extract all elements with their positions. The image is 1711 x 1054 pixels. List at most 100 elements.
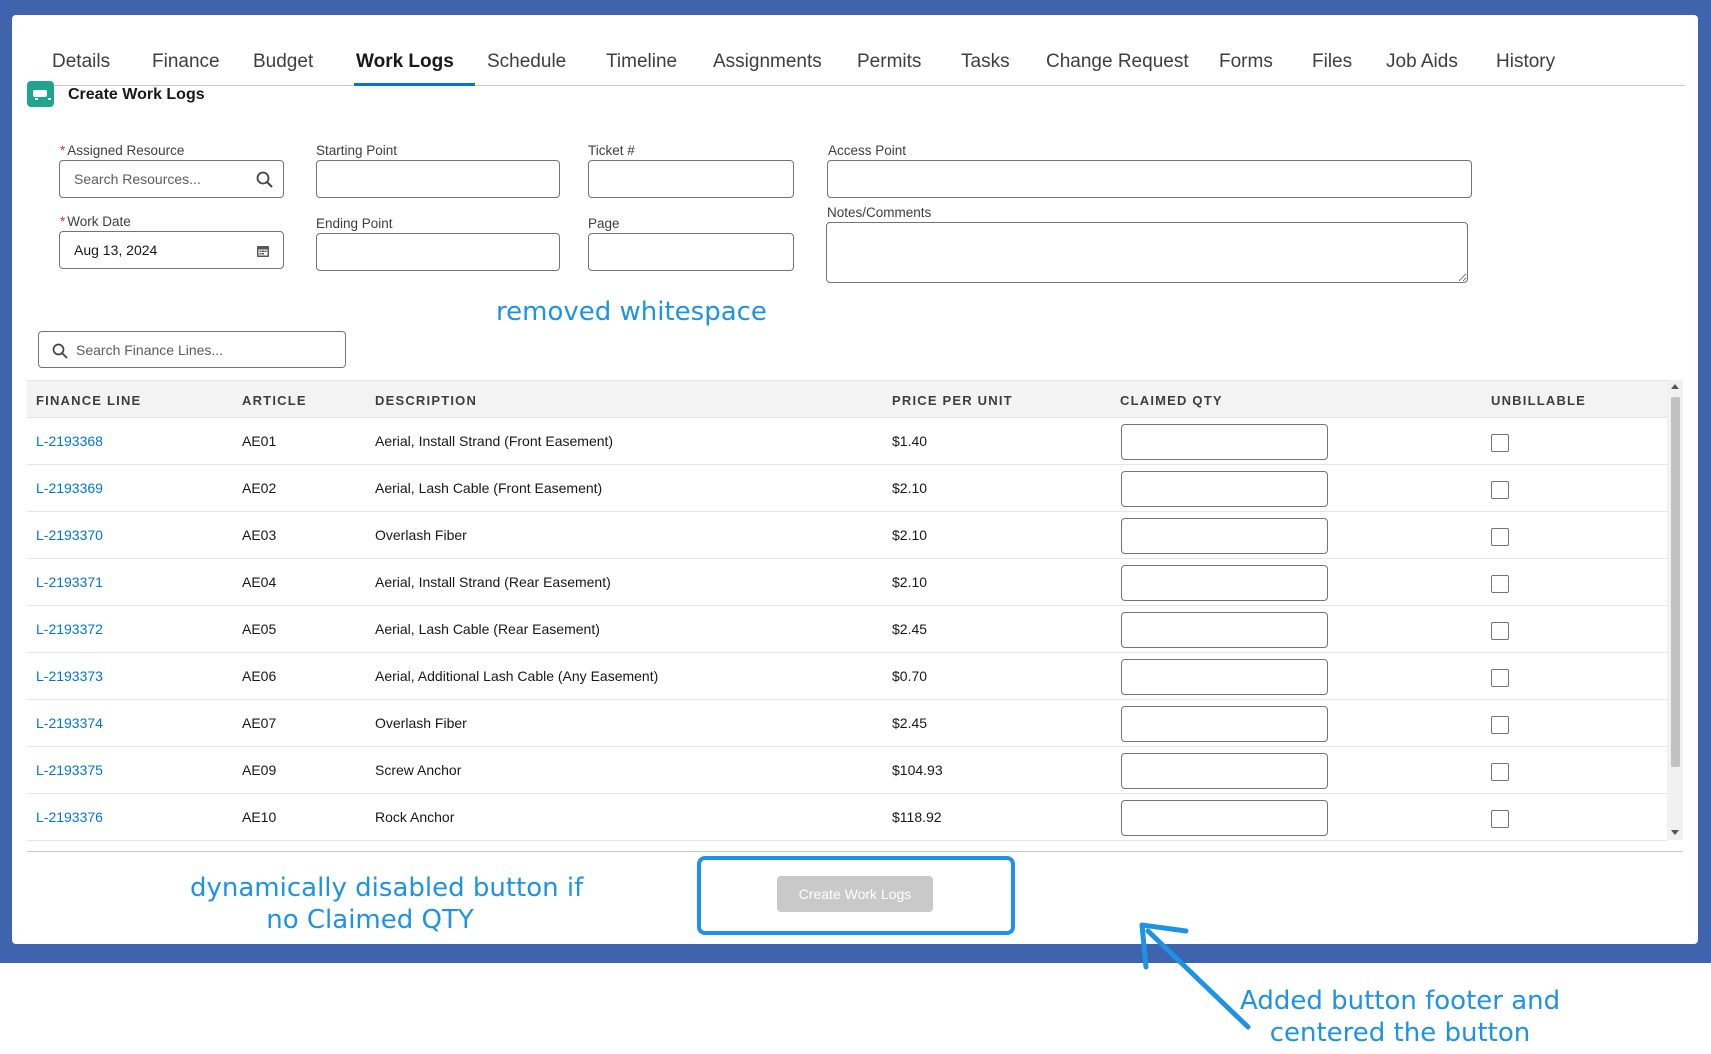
unbillable-checkbox[interactable] (1491, 528, 1509, 546)
claimed-qty-input[interactable] (1121, 424, 1328, 460)
tab-work-logs[interactable]: Work Logs (356, 51, 454, 73)
description-cell: Aerial, Additional Lash Cable (Any Easem… (375, 668, 659, 684)
description-cell: Aerial, Install Strand (Front Easement) (375, 433, 614, 449)
description-cell: Overlash Fiber (375, 715, 467, 731)
search-icon (256, 171, 273, 188)
scroll-down-arrow-icon[interactable] (1671, 830, 1679, 835)
price-cell: $2.10 (892, 527, 928, 543)
annotation-removed-whitespace: removed whitespace (496, 297, 767, 327)
price-cell: $1.40 (892, 433, 928, 449)
claimed-qty-input[interactable] (1121, 565, 1328, 601)
description-cell: Aerial, Install Strand (Rear Easement) (375, 574, 611, 590)
finance-lines-table: FINANCE LINE ARTICLE DESCRIPTION PRICE P… (27, 380, 1683, 850)
price-cell: $104.93 (892, 762, 943, 778)
table-row: L-2193368 AE01 Aerial, Install Strand (F… (27, 418, 1667, 465)
access-point-input[interactable] (827, 160, 1472, 198)
tab-bar: Details Finance Budget Work Logs Schedul… (27, 37, 1685, 86)
column-header[interactable]: PRICE PER UNIT (892, 393, 1013, 408)
tab-assignments[interactable]: Assignments (713, 51, 822, 73)
claimed-qty-input[interactable] (1121, 706, 1328, 742)
scroll-up-arrow-icon[interactable] (1671, 384, 1679, 389)
column-header[interactable]: UNBILLABLE (1491, 393, 1586, 408)
unbillable-checkbox[interactable] (1491, 716, 1509, 734)
claimed-qty-input[interactable] (1121, 659, 1328, 695)
finance-line-link[interactable]: L-2193375 (36, 762, 103, 778)
table-row: L-2193376 AE10 Rock Anchor $118.92 (27, 794, 1667, 841)
tab-finance[interactable]: Finance (152, 51, 220, 73)
finance-line-link[interactable]: L-2193376 (36, 809, 103, 825)
description-cell: Screw Anchor (375, 762, 462, 778)
ending-point-label: Ending Point (316, 216, 393, 231)
unbillable-checkbox[interactable] (1491, 434, 1509, 452)
access-point-label: Access Point (828, 143, 907, 158)
tab-forms[interactable]: Forms (1219, 51, 1273, 73)
article-cell: AE04 (242, 574, 277, 590)
scrollbar-thumb[interactable] (1671, 397, 1680, 767)
ticket-input[interactable] (588, 160, 794, 198)
column-header[interactable]: FINANCE LINE (36, 393, 141, 408)
unbillable-checkbox[interactable] (1491, 810, 1509, 828)
unbillable-checkbox[interactable] (1491, 575, 1509, 593)
finance-line-link[interactable]: L-2193374 (36, 715, 103, 731)
finance-line-link[interactable]: L-2193373 (36, 668, 103, 684)
table-scrollbar[interactable] (1667, 380, 1683, 840)
unbillable-checkbox[interactable] (1491, 481, 1509, 499)
tab-files[interactable]: Files (1312, 51, 1352, 73)
article-cell: AE01 (242, 433, 277, 449)
truck-icon (27, 81, 54, 107)
description-cell: Aerial, Lash Cable (Front Easement) (375, 480, 603, 496)
description-cell: Rock Anchor (375, 809, 455, 825)
tab-job-aids[interactable]: Job Aids (1386, 51, 1458, 73)
search-finance-lines-input[interactable]: Search Finance Lines... (38, 331, 346, 368)
create-work-logs-button[interactable]: Create Work Logs (777, 876, 933, 912)
column-header[interactable]: CLAIMED QTY (1120, 393, 1223, 408)
notes-textarea[interactable] (826, 222, 1468, 283)
finance-line-link[interactable]: L-2193369 (36, 480, 103, 496)
table-row: L-2193370 AE03 Overlash Fiber $2.10 (27, 512, 1667, 559)
table-row: L-2193372 AE05 Aerial, Lash Cable (Rear … (27, 606, 1667, 653)
tab-change-request[interactable]: Change Request (1046, 51, 1189, 73)
annotation-button-footer: Added button footer and centered the but… (1240, 986, 1561, 1048)
work-date-input[interactable]: Aug 13, 2024 (59, 231, 284, 269)
table-row: L-2193371 AE04 Aerial, Install Strand (R… (27, 559, 1667, 606)
unbillable-checkbox[interactable] (1491, 669, 1509, 687)
tab-history[interactable]: History (1496, 51, 1555, 73)
page-input[interactable] (588, 233, 794, 271)
claimed-qty-input[interactable] (1121, 612, 1328, 648)
column-header[interactable]: ARTICLE (242, 393, 307, 408)
annotation-disabled-button: dynamically disabled button if no Claime… (190, 873, 584, 935)
work-date-label: * Work Date (60, 214, 131, 229)
finance-line-link[interactable]: L-2193371 (36, 574, 103, 590)
tab-tasks[interactable]: Tasks (961, 51, 1010, 73)
table-row: L-2193369 AE02 Aerial, Lash Cable (Front… (27, 465, 1667, 512)
finance-line-link[interactable]: L-2193370 (36, 527, 103, 543)
column-header[interactable]: DESCRIPTION (375, 393, 477, 408)
calendar-icon[interactable] (256, 244, 270, 258)
tab-schedule[interactable]: Schedule (487, 51, 566, 73)
assigned-resource-input[interactable]: Search Resources... (59, 160, 284, 198)
price-cell: $118.92 (892, 809, 942, 825)
claimed-qty-input[interactable] (1121, 518, 1328, 554)
unbillable-checkbox[interactable] (1491, 622, 1509, 640)
article-cell: AE10 (242, 809, 277, 825)
price-cell: $2.10 (892, 574, 928, 590)
claimed-qty-input[interactable] (1121, 471, 1328, 507)
claimed-qty-input[interactable] (1121, 753, 1328, 789)
tab-permits[interactable]: Permits (857, 51, 921, 73)
finance-line-link[interactable]: L-2193372 (36, 621, 103, 637)
table-row: L-2193375 AE09 Screw Anchor $104.93 (27, 747, 1667, 794)
tab-details[interactable]: Details (52, 51, 110, 73)
description-cell: Aerial, Lash Cable (Rear Easement) (375, 621, 600, 637)
finance-line-link[interactable]: L-2193368 (36, 433, 103, 449)
claimed-qty-input[interactable] (1121, 800, 1328, 836)
article-cell: AE09 (242, 762, 277, 778)
tab-timeline[interactable]: Timeline (606, 51, 677, 73)
starting-point-input[interactable] (316, 160, 560, 198)
article-cell: AE07 (242, 715, 277, 731)
tab-budget[interactable]: Budget (253, 51, 313, 73)
article-cell: AE03 (242, 527, 277, 543)
article-cell: AE05 (242, 621, 277, 637)
article-cell: AE06 (242, 668, 277, 684)
unbillable-checkbox[interactable] (1491, 763, 1509, 781)
ending-point-input[interactable] (316, 233, 560, 271)
